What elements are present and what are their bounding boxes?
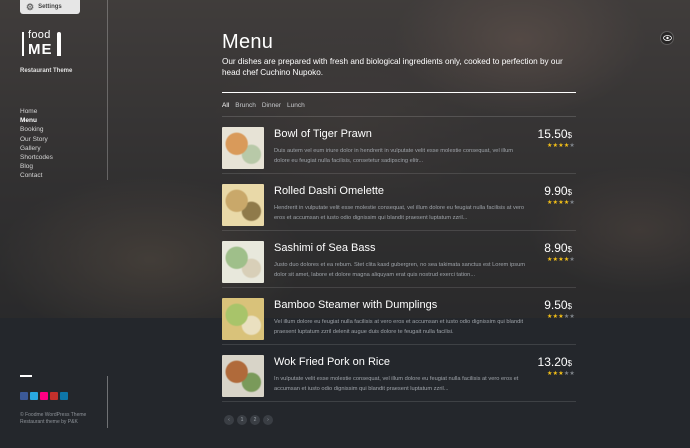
settings-label: Settings [38, 4, 62, 10]
filter-dinner[interactable]: Dinner [262, 102, 281, 109]
nav-item-booking[interactable]: Booking [20, 125, 53, 134]
pagination: ‹ 1 2 › [224, 415, 273, 425]
divider-dash [20, 375, 32, 377]
dish-photo[interactable] [222, 298, 264, 340]
nav-item-home[interactable]: Home [20, 107, 53, 116]
dish-name[interactable]: Sashimi of Sea Bass [274, 242, 376, 254]
filter-lunch[interactable]: Lunch [287, 102, 305, 109]
eye-icon [662, 35, 672, 41]
dish-description: Hendrerit in vulputate velit esse molest… [274, 205, 525, 221]
prev-page-button[interactable]: ‹ [224, 415, 234, 425]
logo-word-me: ME [28, 41, 53, 58]
settings-button[interactable]: ⚙ Settings [20, 0, 80, 14]
price-value: 13.20 [537, 355, 568, 369]
page-2[interactable]: 2 [250, 415, 260, 425]
filter-all[interactable]: All [222, 102, 229, 109]
dish-name[interactable]: Bamboo Steamer with Dumplings [274, 299, 437, 311]
page-intro: Our dishes are prepared with fresh and b… [222, 57, 563, 77]
rating-stars: ★★★★★ [547, 199, 575, 206]
toggle-view-button[interactable] [660, 31, 674, 45]
currency-symbol: $ [567, 188, 572, 197]
nav-item-menu[interactable]: Menu [20, 116, 53, 125]
dish-price: 9.90$ [544, 184, 572, 198]
dish-price: 13.20$ [538, 355, 572, 369]
sidebar-bottom-divider [107, 376, 108, 428]
nav-item-our-story[interactable]: Our Story [20, 135, 53, 144]
logo-word-food: food [28, 29, 51, 41]
menu-item[interactable]: Wok Fried Pork on Rice In vulputate velit… [222, 345, 576, 402]
fork-icon [20, 32, 26, 56]
page-1[interactable]: 1 [237, 415, 247, 425]
flickr-icon[interactable] [40, 392, 48, 400]
dish-description: Vel illum dolore eu feugiat nulla facili… [274, 319, 524, 335]
menu-item[interactable]: Bowl of Tiger Prawn Duis autem vel eum ir… [222, 117, 576, 174]
logo[interactable]: food ME [20, 30, 64, 60]
currency-symbol: $ [567, 302, 572, 311]
rating-stars: ★★★★★ [547, 256, 575, 263]
category-filters: All Brunch Dinner Lunch [222, 102, 305, 109]
currency-symbol: $ [567, 245, 572, 254]
nav-item-contact[interactable]: Contact [20, 171, 53, 180]
menu-item[interactable]: Bamboo Steamer with Dumplings Vel illum d… [222, 288, 576, 345]
currency-symbol: $ [567, 131, 572, 140]
menu-item[interactable]: Rolled Dashi Omelette Hendrerit in vulput… [222, 174, 576, 231]
star-icon: ★ [569, 257, 575, 263]
price-value: 8.90 [544, 241, 568, 255]
dish-price: 8.90$ [544, 241, 572, 255]
next-page-button[interactable]: › [263, 415, 273, 425]
dish-photo[interactable] [222, 184, 264, 226]
dish-description: Justo duo dolores et ea rebum. Stet clit… [274, 262, 526, 278]
copyright: © Foodme WordPress Theme Restaurant them… [20, 412, 86, 426]
nav-item-gallery[interactable]: Gallery [20, 144, 53, 153]
facebook-icon[interactable] [20, 392, 28, 400]
star-icon: ★ [569, 200, 575, 206]
dish-price: 9.50$ [544, 298, 572, 312]
star-icon: ★ [569, 314, 575, 320]
knife-icon [57, 32, 61, 56]
nav-item-shortcodes[interactable]: Shortcodes [20, 153, 53, 162]
page-title: Menu [222, 31, 274, 53]
price-value: 9.90 [544, 184, 568, 198]
twitter-icon[interactable] [30, 392, 38, 400]
menu-item[interactable]: Sashimi of Sea Bass Justo duo dolores et … [222, 231, 576, 288]
linkedin-icon[interactable] [60, 392, 68, 400]
star-icon: ★ [569, 371, 575, 377]
dish-name[interactable]: Rolled Dashi Omelette [274, 185, 384, 197]
dish-name[interactable]: Bowl of Tiger Prawn [274, 128, 372, 140]
social-links [20, 392, 68, 400]
dish-photo[interactable] [222, 355, 264, 397]
rating-stars: ★★★★★ [547, 313, 575, 320]
item-divider [222, 401, 576, 402]
gear-icon: ⚙ [26, 1, 35, 12]
star-icon: ★ [569, 143, 575, 149]
nav-item-blog[interactable]: Blog [20, 162, 53, 171]
dish-description: In vulputate velit esse molestie consequ… [274, 376, 519, 392]
main-nav: Home Menu Booking Our Story Gallery Shortcode… [20, 107, 53, 181]
rating-stars: ★★★★★ [547, 370, 575, 377]
title-rule [222, 92, 576, 93]
sidebar-divider [107, 0, 108, 180]
rating-stars: ★★★★★ [547, 142, 575, 149]
dish-photo[interactable] [222, 241, 264, 283]
filter-brunch[interactable]: Brunch [235, 102, 256, 109]
copyright-line-1: © Foodme WordPress Theme [20, 412, 87, 418]
copyright-line-2: Restaurant theme by P&K [20, 419, 78, 425]
dish-name[interactable]: Wok Fried Pork on Rice [274, 356, 390, 368]
tagline: Restaurant Theme [20, 68, 73, 74]
price-value: 9.50 [544, 298, 568, 312]
currency-symbol: $ [567, 359, 572, 368]
price-value: 15.50 [537, 127, 568, 141]
dish-price: 15.50$ [538, 127, 572, 141]
youtube-icon[interactable] [50, 392, 58, 400]
dish-photo[interactable] [222, 127, 264, 169]
dish-description: Duis autem vel eum iriure dolor in hendr… [274, 148, 513, 164]
